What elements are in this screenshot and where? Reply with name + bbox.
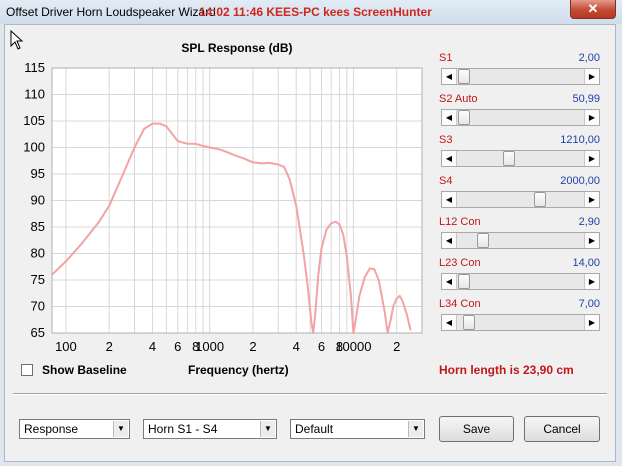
param-name: L23 Con bbox=[439, 257, 481, 269]
section-select[interactable]: Horn S1 - S4 ▼ bbox=[143, 419, 277, 439]
x-tick-label: 6 bbox=[174, 339, 181, 354]
x-tick-label: 2 bbox=[393, 339, 400, 354]
title-bar: Offset Driver Horn Loudspeaker Wizard 14… bbox=[0, 0, 622, 24]
separator bbox=[13, 393, 607, 395]
param-name: S2 Auto bbox=[439, 93, 478, 105]
param-value: 14,00 bbox=[572, 257, 600, 269]
show-baseline-checkbox[interactable] bbox=[21, 364, 33, 376]
arrow-left-icon[interactable]: ◀ bbox=[442, 315, 457, 330]
param-value: 50,99 bbox=[572, 93, 600, 105]
arrow-right-icon[interactable]: ▶ bbox=[584, 151, 599, 166]
horn-length-readout: Horn length is 23,90 cm bbox=[439, 363, 574, 377]
param-scrollbar[interactable]: ◀ ▶ bbox=[441, 150, 600, 167]
scrollbar-thumb[interactable] bbox=[503, 151, 516, 166]
arrow-left-icon[interactable]: ◀ bbox=[442, 192, 457, 207]
param-scrollbar[interactable]: ◀ ▶ bbox=[441, 191, 600, 208]
y-tick-label: 85 bbox=[31, 219, 45, 234]
x-tick-label: 6 bbox=[318, 339, 325, 354]
y-tick-label: 100 bbox=[23, 140, 45, 155]
param-name: L34 Con bbox=[439, 298, 481, 310]
param-value: 2,00 bbox=[578, 52, 600, 64]
arrow-left-icon[interactable]: ◀ bbox=[442, 274, 457, 289]
arrow-right-icon[interactable]: ▶ bbox=[584, 315, 599, 330]
y-tick-label: 95 bbox=[31, 166, 45, 181]
y-tick-label: 75 bbox=[31, 272, 45, 287]
chart-grid bbox=[52, 67, 423, 334]
scrollbar-thumb[interactable] bbox=[533, 192, 546, 207]
x-tick-label: 100 bbox=[55, 339, 77, 354]
chevron-down-icon: ▼ bbox=[260, 421, 275, 437]
cancel-button[interactable]: Cancel bbox=[524, 416, 600, 442]
save-button[interactable]: Save bbox=[439, 416, 514, 442]
param-name: L12 Con bbox=[439, 216, 481, 228]
param-scrollbar[interactable]: ◀ ▶ bbox=[441, 109, 600, 126]
window-title: Offset Driver Horn Loudspeaker Wizard bbox=[6, 5, 216, 19]
param-scrollbar[interactable]: ◀ ▶ bbox=[441, 314, 600, 331]
param-name: S3 bbox=[439, 134, 453, 146]
section-select-value: Horn S1 - S4 bbox=[148, 422, 218, 436]
x-tick-label: 1000 bbox=[195, 339, 224, 354]
x-tick-label: 2 bbox=[249, 339, 256, 354]
y-tick-label: 90 bbox=[31, 193, 45, 208]
arrow-right-icon[interactable]: ▶ bbox=[584, 274, 599, 289]
scrollbar-thumb[interactable] bbox=[462, 315, 475, 330]
x-axis-label: Frequency (hertz) bbox=[188, 363, 289, 377]
scrollbar-thumb[interactable] bbox=[458, 110, 470, 125]
param-name: S1 bbox=[439, 52, 453, 64]
y-tick-label: 65 bbox=[31, 325, 45, 340]
window-close-button[interactable]: ✕ bbox=[570, 0, 616, 19]
chevron-down-icon: ▼ bbox=[408, 421, 423, 437]
y-tick-label: 105 bbox=[23, 113, 45, 128]
chart-title: SPL Response (dB) bbox=[181, 41, 293, 55]
y-tick-label: 70 bbox=[31, 299, 45, 314]
param-value: 1210,00 bbox=[560, 134, 600, 146]
chevron-down-icon: ▼ bbox=[113, 421, 128, 437]
preset-select-value: Default bbox=[295, 422, 334, 436]
param-scrollbar[interactable]: ◀ ▶ bbox=[441, 232, 600, 249]
x-tick-label: 2 bbox=[106, 339, 113, 354]
x-tick-label: 10000 bbox=[335, 339, 371, 354]
arrow-left-icon[interactable]: ◀ bbox=[442, 110, 457, 125]
save-button-label: Save bbox=[462, 422, 491, 436]
scrollbar-thumb[interactable] bbox=[458, 274, 470, 289]
param-value: 2,90 bbox=[578, 216, 600, 228]
arrow-right-icon[interactable]: ▶ bbox=[584, 233, 599, 248]
arrow-right-icon[interactable]: ▶ bbox=[584, 110, 599, 125]
screenshot-overlay-text: 14:02 11:46 KEES-PC kees ScreenHunter bbox=[199, 5, 432, 19]
arrow-right-icon[interactable]: ▶ bbox=[584, 69, 599, 84]
y-tick-label: 110 bbox=[24, 87, 45, 102]
param-scrollbar[interactable]: ◀ ▶ bbox=[441, 273, 600, 290]
scrollbar-thumb[interactable] bbox=[477, 233, 490, 248]
cancel-button-label: Cancel bbox=[543, 422, 581, 436]
scrollbar-thumb[interactable] bbox=[458, 69, 470, 84]
show-baseline-label[interactable]: Show Baseline bbox=[42, 363, 127, 377]
view-select-value: Response bbox=[24, 422, 79, 436]
x-tick-label: 4 bbox=[149, 339, 156, 354]
arrow-left-icon[interactable]: ◀ bbox=[442, 69, 457, 84]
param-value: 2000,00 bbox=[560, 175, 600, 187]
param-value: 7,00 bbox=[578, 298, 600, 310]
param-name: S4 bbox=[439, 175, 453, 187]
close-icon: ✕ bbox=[587, 1, 599, 16]
spl-response-chart: 11511010510095908580757065100 2 4 6 81000 2 4 6… bbox=[23, 60, 423, 354]
y-tick-label: 80 bbox=[31, 246, 45, 261]
view-select[interactable]: Response ▼ bbox=[19, 419, 130, 439]
arrow-left-icon[interactable]: ◀ bbox=[442, 233, 457, 248]
arrow-right-icon[interactable]: ▶ bbox=[584, 192, 599, 207]
y-tick-label: 115 bbox=[24, 60, 45, 75]
arrow-left-icon[interactable]: ◀ bbox=[442, 151, 457, 166]
preset-select[interactable]: Default ▼ bbox=[290, 419, 425, 439]
x-tick-label: 4 bbox=[293, 339, 300, 354]
param-scrollbar[interactable]: ◀ ▶ bbox=[441, 68, 600, 85]
